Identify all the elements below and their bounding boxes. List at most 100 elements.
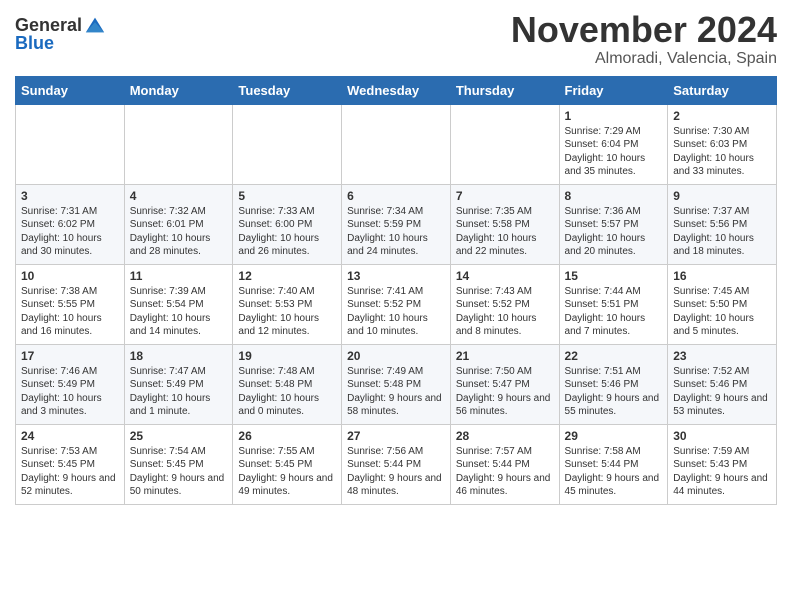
- day-number: 2: [673, 109, 771, 123]
- calendar-cell: 28 Sunrise: 7:57 AMSunset: 5:44 PMDayligh…: [450, 424, 559, 504]
- day-number: 26: [238, 429, 336, 443]
- day-number: 3: [21, 189, 119, 203]
- day-info: Sunrise: 7:44 AMSunset: 5:51 PMDaylight:…: [565, 285, 663, 339]
- day-info: Sunrise: 7:53 AMSunset: 5:45 PMDaylight:…: [21, 445, 119, 499]
- page: General Blue November 2024 Almoradi, Val…: [0, 0, 792, 612]
- calendar-cell: 26Sunrise: 7:55 AMSunset: 5:45 PMDayligh…: [233, 424, 342, 504]
- day-number: 20: [347, 349, 445, 363]
- day-info: Sunrise: 7:40 AMSunset: 5:53 PMDaylight:…: [238, 285, 336, 339]
- calendar-week-row: 3Sunrise: 7:31 AMSunset: 6:02 PMDaylight…: [16, 184, 777, 264]
- day-info: Sunrise: 7:30 AMSunset: 6:03 PMDaylight:…: [673, 125, 771, 179]
- calendar-cell: 11Sunrise: 7:39 AMSunset: 5:54 PMDayligh…: [124, 264, 233, 344]
- day-number: 28: [456, 429, 554, 443]
- calendar-cell: 9 Sunrise: 7:37 AMSunset: 5:56 PMDaylight…: [668, 184, 777, 264]
- calendar-week-row: 10 Sunrise: 7:38 AMSunset: 5:55 PMDayligh…: [16, 264, 777, 344]
- day-number: 23: [673, 349, 771, 363]
- day-number: 5: [238, 189, 336, 203]
- calendar-table: SundayMondayTuesdayWednesdayThursdayFrid…: [15, 76, 777, 505]
- calendar-cell: 20 Sunrise: 7:49 AMSunset: 5:48 PMDayligh…: [342, 344, 451, 424]
- title-block: November 2024 Almoradi, Valencia, Spain: [511, 10, 777, 68]
- day-number: 4: [130, 189, 228, 203]
- day-info: Sunrise: 7:32 AMSunset: 6:01 PMDaylight:…: [130, 205, 228, 259]
- calendar-header-thursday: Thursday: [450, 76, 559, 104]
- day-info: Sunrise: 7:59 AMSunset: 5:43 PMDaylight:…: [673, 445, 771, 499]
- day-number: 22: [565, 349, 663, 363]
- calendar-header-sunday: Sunday: [16, 76, 125, 104]
- calendar-cell: 1 Sunrise: 7:29 AMSunset: 6:04 PMDaylight…: [559, 104, 668, 184]
- day-info: Sunrise: 7:33 AMSunset: 6:00 PMDaylight:…: [238, 205, 336, 259]
- day-info: Sunrise: 7:41 AMSunset: 5:52 PMDaylight:…: [347, 285, 445, 339]
- day-number: 9: [673, 189, 771, 203]
- day-info: Sunrise: 7:29 AMSunset: 6:04 PMDaylight:…: [565, 125, 663, 179]
- day-number: 10: [21, 269, 119, 283]
- calendar-header-friday: Friday: [559, 76, 668, 104]
- calendar-cell: 4 Sunrise: 7:32 AMSunset: 6:01 PMDaylight…: [124, 184, 233, 264]
- day-info: Sunrise: 7:36 AMSunset: 5:57 PMDaylight:…: [565, 205, 663, 259]
- calendar-week-row: 24Sunrise: 7:53 AMSunset: 5:45 PMDayligh…: [16, 424, 777, 504]
- day-number: 14: [456, 269, 554, 283]
- day-info: Sunrise: 7:56 AMSunset: 5:44 PMDaylight:…: [347, 445, 445, 499]
- calendar-header-monday: Monday: [124, 76, 233, 104]
- calendar-cell: 7 Sunrise: 7:35 AMSunset: 5:58 PMDaylight…: [450, 184, 559, 264]
- day-number: 25: [130, 429, 228, 443]
- calendar-cell: 15 Sunrise: 7:44 AMSunset: 5:51 PMDayligh…: [559, 264, 668, 344]
- logo: General Blue: [15, 16, 106, 54]
- day-number: 13: [347, 269, 445, 283]
- calendar-header-row: SundayMondayTuesdayWednesdayThursdayFrid…: [16, 76, 777, 104]
- day-number: 27: [347, 429, 445, 443]
- calendar-cell: [124, 104, 233, 184]
- calendar-cell: 14 Sunrise: 7:43 AMSunset: 5:52 PMDayligh…: [450, 264, 559, 344]
- calendar-cell: 10 Sunrise: 7:38 AMSunset: 5:55 PMDayligh…: [16, 264, 125, 344]
- calendar-cell: 5 Sunrise: 7:33 AMSunset: 6:00 PMDaylight…: [233, 184, 342, 264]
- logo-icon: [84, 14, 106, 36]
- logo-text-block: General Blue: [15, 16, 106, 54]
- day-info: Sunrise: 7:43 AMSunset: 5:52 PMDaylight:…: [456, 285, 554, 339]
- day-number: 30: [673, 429, 771, 443]
- day-info: Sunrise: 7:46 AMSunset: 5:49 PMDaylight:…: [21, 365, 119, 419]
- calendar-cell: 27 Sunrise: 7:56 AMSunset: 5:44 PMDayligh…: [342, 424, 451, 504]
- day-info: Sunrise: 7:38 AMSunset: 5:55 PMDaylight:…: [21, 285, 119, 339]
- day-number: 16: [673, 269, 771, 283]
- calendar-header-saturday: Saturday: [668, 76, 777, 104]
- calendar-cell: [233, 104, 342, 184]
- day-info: Sunrise: 7:48 AMSunset: 5:48 PMDaylight:…: [238, 365, 336, 419]
- day-number: 17: [21, 349, 119, 363]
- calendar-week-row: 17 Sunrise: 7:46 AMSunset: 5:49 PMDayligh…: [16, 344, 777, 424]
- day-info: Sunrise: 7:39 AMSunset: 5:54 PMDaylight:…: [130, 285, 228, 339]
- calendar-cell: 16 Sunrise: 7:45 AMSunset: 5:50 PMDayligh…: [668, 264, 777, 344]
- day-info: Sunrise: 7:52 AMSunset: 5:46 PMDaylight:…: [673, 365, 771, 419]
- calendar-cell: [342, 104, 451, 184]
- calendar-cell: 2 Sunrise: 7:30 AMSunset: 6:03 PMDaylight…: [668, 104, 777, 184]
- day-number: 12: [238, 269, 336, 283]
- day-info: Sunrise: 7:54 AMSunset: 5:45 PMDaylight:…: [130, 445, 228, 499]
- day-info: Sunrise: 7:37 AMSunset: 5:56 PMDaylight:…: [673, 205, 771, 259]
- calendar-cell: 6 Sunrise: 7:34 AMSunset: 5:59 PMDaylight…: [342, 184, 451, 264]
- day-info: Sunrise: 7:51 AMSunset: 5:46 PMDaylight:…: [565, 365, 663, 419]
- day-info: Sunrise: 7:49 AMSunset: 5:48 PMDaylight:…: [347, 365, 445, 419]
- day-number: 1: [565, 109, 663, 123]
- calendar-cell: 24Sunrise: 7:53 AMSunset: 5:45 PMDayligh…: [16, 424, 125, 504]
- day-number: 8: [565, 189, 663, 203]
- calendar-cell: 19 Sunrise: 7:48 AMSunset: 5:48 PMDayligh…: [233, 344, 342, 424]
- calendar-cell: 17 Sunrise: 7:46 AMSunset: 5:49 PMDayligh…: [16, 344, 125, 424]
- day-info: Sunrise: 7:34 AMSunset: 5:59 PMDaylight:…: [347, 205, 445, 259]
- calendar-header-wednesday: Wednesday: [342, 76, 451, 104]
- calendar-cell: [16, 104, 125, 184]
- calendar-week-row: 1 Sunrise: 7:29 AMSunset: 6:04 PMDaylight…: [16, 104, 777, 184]
- day-number: 15: [565, 269, 663, 283]
- calendar-cell: 23 Sunrise: 7:52 AMSunset: 5:46 PMDayligh…: [668, 344, 777, 424]
- day-info: Sunrise: 7:47 AMSunset: 5:49 PMDaylight:…: [130, 365, 228, 419]
- day-info: Sunrise: 7:45 AMSunset: 5:50 PMDaylight:…: [673, 285, 771, 339]
- header: General Blue November 2024 Almoradi, Val…: [15, 10, 777, 68]
- day-number: 21: [456, 349, 554, 363]
- day-number: 29: [565, 429, 663, 443]
- day-number: 19: [238, 349, 336, 363]
- calendar-cell: 21 Sunrise: 7:50 AMSunset: 5:47 PMDayligh…: [450, 344, 559, 424]
- day-number: 7: [456, 189, 554, 203]
- day-info: Sunrise: 7:57 AMSunset: 5:44 PMDaylight:…: [456, 445, 554, 499]
- day-info: Sunrise: 7:50 AMSunset: 5:47 PMDaylight:…: [456, 365, 554, 419]
- month-title: November 2024: [511, 10, 777, 50]
- day-number: 6: [347, 189, 445, 203]
- day-info: Sunrise: 7:35 AMSunset: 5:58 PMDaylight:…: [456, 205, 554, 259]
- calendar-cell: 22 Sunrise: 7:51 AMSunset: 5:46 PMDayligh…: [559, 344, 668, 424]
